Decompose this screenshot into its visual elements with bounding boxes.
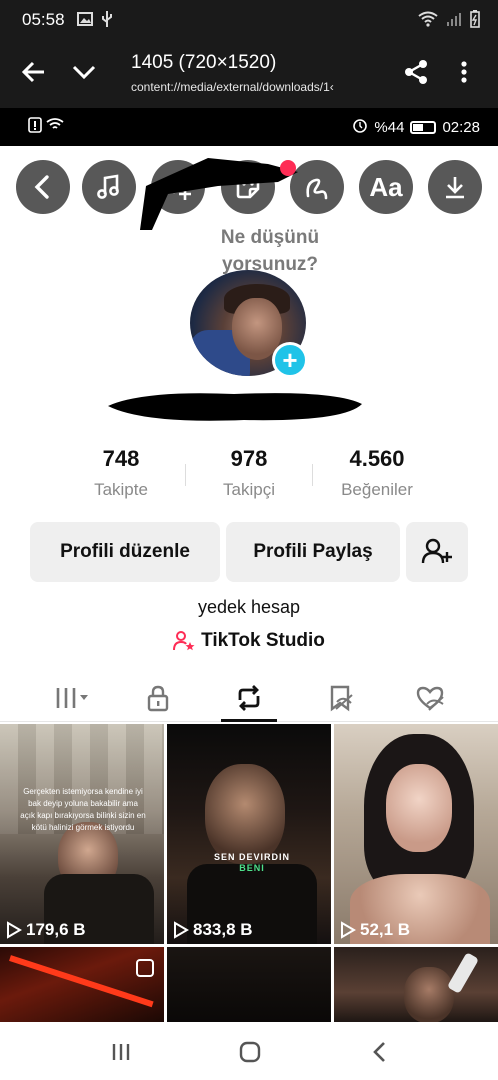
- video-tile[interactable]: [334, 947, 498, 1022]
- lock-icon: [147, 685, 169, 712]
- wifi-icon: [46, 118, 64, 136]
- stat-following[interactable]: 748 Takipte: [56, 446, 186, 500]
- stat-likes[interactable]: 4.560 Beğeniler: [312, 446, 442, 500]
- video-tile[interactable]: SEN DEVIRDIN BENI 833,8 B: [167, 724, 331, 944]
- grid-icon: [56, 688, 88, 708]
- alert-icon: [28, 117, 42, 137]
- video-caption: Gerçekten istemiyorsa kendine iyi bak de…: [20, 787, 146, 832]
- tab-reposts[interactable]: [229, 682, 269, 714]
- views-count: 179,6 B: [26, 920, 86, 939]
- tab-liked[interactable]: [410, 682, 450, 714]
- system-status-bar: 05:58: [0, 0, 498, 40]
- black-scribble-mark: [140, 158, 298, 230]
- bookmark-hidden-icon: [330, 685, 353, 712]
- video-views: 52,1 B: [340, 920, 410, 940]
- play-icon: [174, 921, 189, 939]
- nav-back-icon[interactable]: [365, 1038, 395, 1066]
- text-tool-label: Aa: [369, 171, 403, 202]
- video-tile[interactable]: Gerçekten istemiyorsa kendine iyi bak de…: [0, 724, 164, 944]
- tab-favorites[interactable]: [320, 682, 360, 714]
- studio-person-star-icon: [173, 631, 195, 651]
- stat-label: Takipçi: [223, 480, 275, 499]
- download-icon[interactable]: [428, 160, 482, 214]
- edit-profile-button[interactable]: Profili düzenle: [30, 522, 220, 582]
- file-path: content://media/external/downloads/1‹: [131, 80, 334, 94]
- add-person-icon: [421, 538, 452, 564]
- share-icon[interactable]: [402, 58, 430, 86]
- battery-icon: [410, 120, 437, 134]
- text-icon[interactable]: Aa: [359, 160, 413, 214]
- overlay-line: SEN DEVIRDIN: [213, 852, 290, 862]
- viewer-toolbar: 1405 (720×1520) content://media/external…: [0, 40, 498, 108]
- battery-percent: %44: [374, 118, 405, 136]
- video-views: 179,6 B: [6, 920, 86, 940]
- name-scribble-mark: [108, 393, 362, 421]
- profile-stats: 748 Takipte 978 Takipçi 4.560 Beğeniler: [0, 446, 498, 516]
- studio-label: TikTok Studio: [201, 630, 325, 651]
- tiktok-profile-screen: Aa Ne düşünü yorsunuz? + 748 Takipte 978…: [0, 146, 498, 1022]
- profile-bio: yedek hesap: [197, 597, 301, 617]
- tab-private[interactable]: [138, 682, 178, 714]
- repost-icon: [238, 685, 260, 711]
- add-friend-button[interactable]: [406, 522, 468, 582]
- views-count: 52,1 B: [360, 920, 411, 939]
- system-time: 05:58: [22, 10, 65, 29]
- chevron-left-icon[interactable]: [16, 160, 70, 214]
- share-profile-button[interactable]: Profili Paylaş: [226, 522, 400, 582]
- back-arrow-icon[interactable]: [20, 58, 48, 86]
- play-icon: [7, 921, 22, 939]
- video-tile[interactable]: 52,1 B: [334, 724, 498, 944]
- usb-icon: [101, 10, 113, 31]
- video-views: 833,8 B: [173, 920, 253, 940]
- multi-photo-icon: [136, 959, 154, 977]
- video-tile[interactable]: [167, 947, 331, 1022]
- heart-hidden-icon: [416, 686, 444, 711]
- stat-value: 4.560: [349, 446, 405, 471]
- home-icon[interactable]: [235, 1038, 265, 1066]
- play-icon: [341, 921, 356, 939]
- alarm-icon: [352, 117, 368, 137]
- add-story-plus-icon[interactable]: +: [272, 342, 308, 378]
- more-vert-icon[interactable]: [452, 58, 476, 86]
- tiktok-studio-link[interactable]: TikTok Studio: [0, 630, 498, 652]
- stat-followers[interactable]: 978 Takipçi: [184, 446, 314, 500]
- stat-label: Beğeniler: [341, 480, 413, 499]
- video-tile[interactable]: [0, 947, 164, 1022]
- video-overlay-text: SEN DEVIRDIN BENI: [207, 852, 297, 874]
- tab-videos[interactable]: [50, 682, 94, 714]
- signal-icon: [446, 11, 462, 30]
- inner-time: 02:28: [442, 118, 480, 136]
- overlay-accent: BENI: [239, 863, 265, 873]
- wifi-icon: [418, 11, 438, 30]
- stat-label: Takipte: [94, 480, 148, 499]
- active-tab-indicator: [221, 719, 277, 722]
- stat-value: 748: [102, 446, 140, 471]
- profile-tabs: [0, 676, 498, 722]
- inner-status-bar: %44 02:28: [0, 108, 498, 146]
- android-nav-bar: [0, 1022, 498, 1080]
- file-title: 1405 (720×1520): [131, 52, 277, 73]
- image-icon: [76, 11, 93, 29]
- recent-apps-icon[interactable]: [106, 1038, 136, 1066]
- stat-value: 978: [230, 446, 268, 471]
- chevron-down-icon[interactable]: [70, 58, 98, 86]
- views-count: 833,8 B: [193, 920, 253, 939]
- battery-icon: [470, 9, 480, 31]
- profile-avatar[interactable]: +: [190, 270, 310, 380]
